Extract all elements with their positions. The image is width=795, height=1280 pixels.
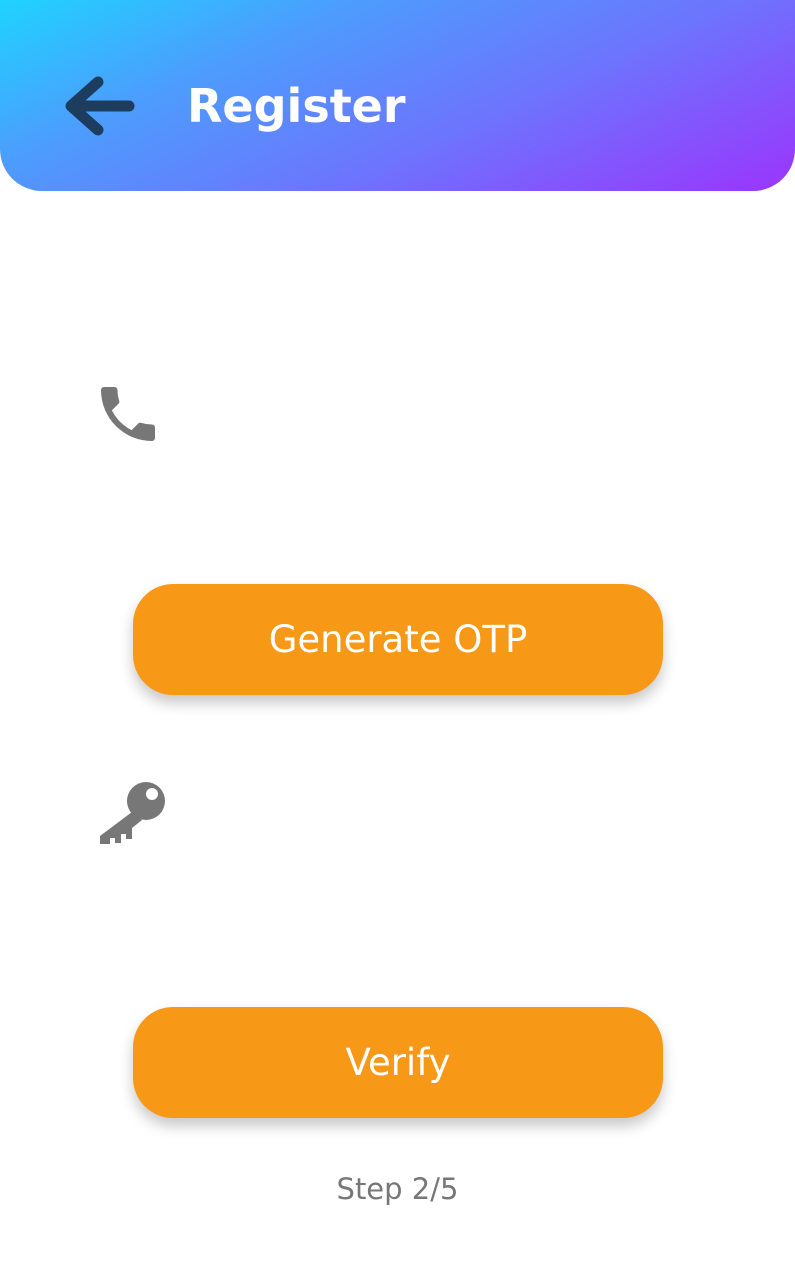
otp-field-row (90, 776, 710, 866)
generate-otp-button[interactable]: Generate OTP (133, 584, 663, 695)
key-icon (100, 782, 165, 844)
arrow-left-icon (65, 76, 135, 136)
page-title: Register (187, 79, 406, 133)
verify-button[interactable]: Verify (133, 1007, 663, 1118)
phone-icon (101, 387, 155, 441)
step-indicator: Step 2/5 (336, 1172, 459, 1206)
back-button[interactable] (56, 70, 140, 142)
otp-input[interactable] (190, 786, 694, 848)
phone-field-row (90, 378, 710, 468)
register-screen: Register Generate OTP Verify Step 2/5 (0, 0, 795, 1280)
app-header: Register (0, 0, 795, 191)
phone-input[interactable] (190, 388, 694, 450)
